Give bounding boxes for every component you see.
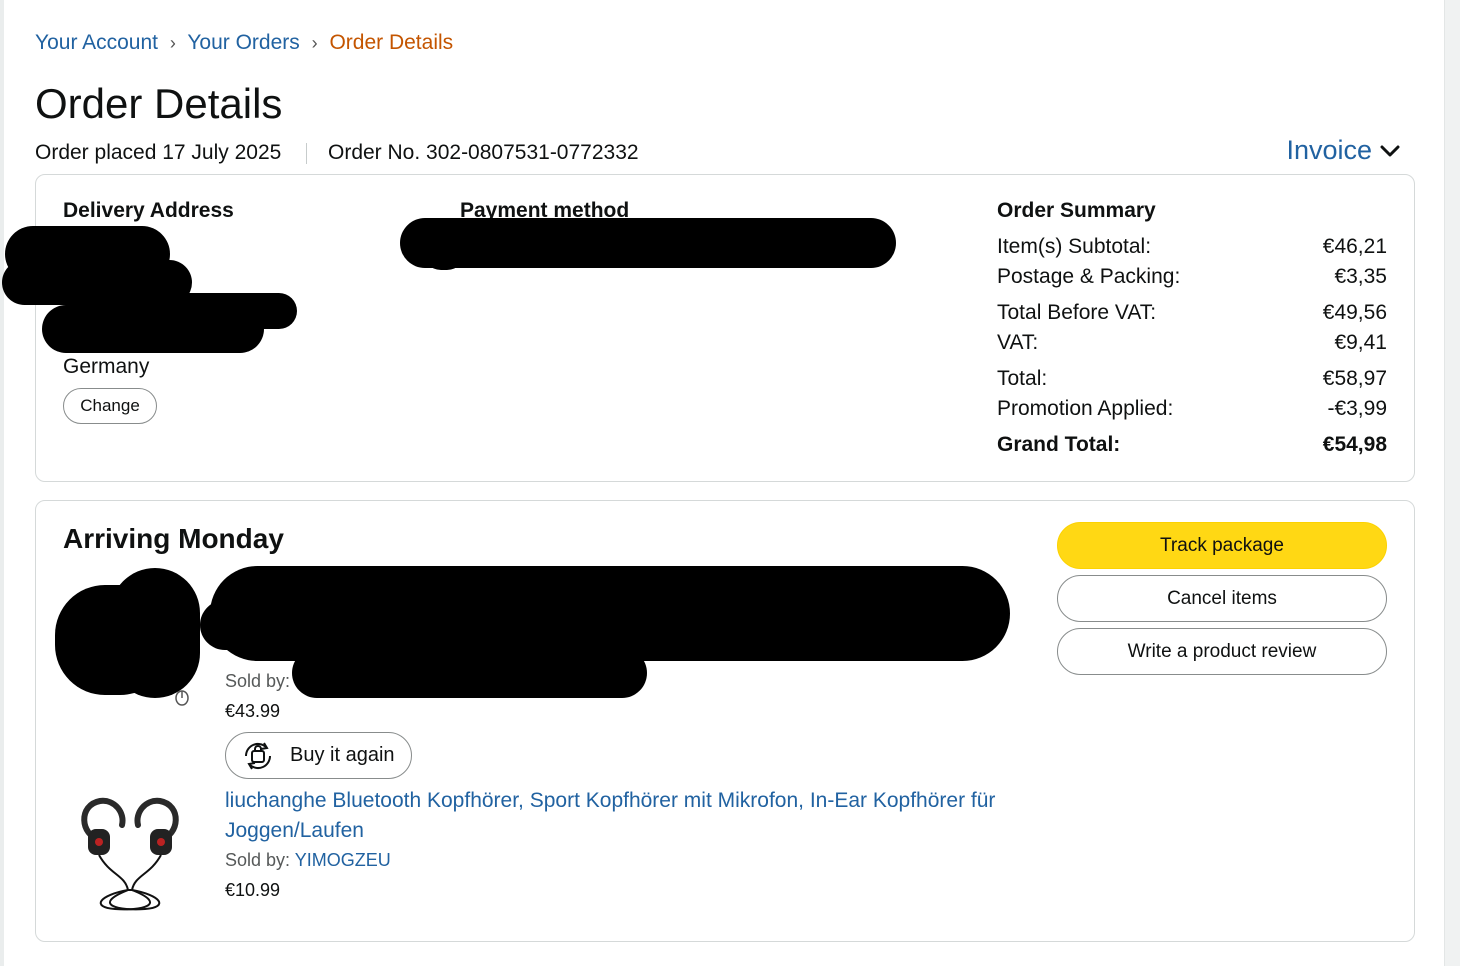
item2-seller-link[interactable]: YIMOGZEU — [295, 850, 391, 870]
breadcrumb-your-account[interactable]: Your Account — [35, 31, 158, 54]
order-number: Order No. 302-0807531-0772332 — [328, 141, 639, 164]
redacted-product-image — [110, 568, 200, 698]
summary-label-total: Total: — [997, 367, 1048, 390]
delivery-country: Germany — [63, 355, 150, 378]
page-left-edge — [0, 0, 4, 966]
item1-sold-by-label: Sold by: — [225, 671, 291, 691]
item2-sold-by-label: Sold by: — [225, 850, 291, 870]
item1-price: €43.99 — [225, 701, 281, 721]
write-review-button[interactable]: Write a product review — [1057, 628, 1387, 675]
breadcrumb: Your Account › Your Orders › Order Detai… — [35, 31, 453, 55]
redacted-payment-method — [400, 218, 896, 268]
redacted-product-title — [200, 600, 360, 650]
summary-value-postage: €3,35 — [1334, 265, 1387, 288]
chevron-down-icon — [1380, 145, 1400, 156]
invoice-label: Invoice — [1286, 135, 1372, 165]
redacted-address-line — [42, 305, 264, 353]
breadcrumb-your-orders[interactable]: Your Orders — [187, 31, 299, 54]
summary-value-total-before-vat: €49,56 — [1322, 301, 1387, 324]
summary-value-promotion: -€3,99 — [1327, 397, 1387, 420]
summary-label-grand-total: Grand Total: — [997, 433, 1121, 456]
summary-label-total-before-vat: Total Before VAT: — [997, 301, 1157, 324]
item2-sold-by: Sold by: YIMOGZEU — [225, 850, 391, 871]
invoice-dropdown[interactable]: Invoice — [1286, 135, 1400, 166]
item2-price: €10.99 — [225, 880, 281, 900]
buy-it-again-label: Buy it again — [290, 744, 395, 766]
delivery-address-heading: Delivery Address — [63, 199, 234, 222]
breadcrumb-separator: › — [169, 33, 176, 53]
summary-value-vat: €9,41 — [1334, 331, 1387, 354]
summary-label-subtotal: Item(s) Subtotal: — [997, 235, 1152, 258]
track-package-button[interactable]: Track package — [1057, 522, 1387, 569]
summary-label-postage: Postage & Packing: — [997, 265, 1181, 288]
product-image-headphones[interactable] — [70, 795, 190, 915]
change-address-button[interactable]: Change — [63, 388, 157, 424]
breadcrumb-current: Order Details — [329, 31, 454, 54]
summary-label-promotion: Promotion Applied: — [997, 397, 1174, 420]
breadcrumb-separator: › — [311, 33, 318, 53]
delivery-status-heading: Arriving Monday — [63, 523, 284, 554]
scrollbar-track[interactable] — [1444, 0, 1460, 966]
product-indicator-icon — [175, 690, 189, 706]
redacted-payment-method — [422, 232, 466, 270]
summary-value-total: €58,97 — [1322, 367, 1387, 390]
summary-label-vat: VAT: — [997, 331, 1039, 354]
redacted-seller-name — [292, 648, 647, 698]
order-summary-heading: Order Summary — [997, 199, 1156, 222]
item2-title-link[interactable]: liuchanghe Bluetooth Kopfhörer, Sport Ko… — [225, 786, 1025, 846]
order-placed-date: Order placed 17 July 2025 — [35, 141, 282, 164]
summary-value-grand-total: €54,98 — [1322, 433, 1387, 456]
cancel-items-button[interactable]: Cancel items — [1057, 575, 1387, 622]
buy-it-again-button[interactable]: Buy it again — [225, 732, 412, 779]
summary-value-subtotal: €46,21 — [1322, 235, 1387, 258]
meta-divider — [306, 143, 307, 164]
page-title: Order Details — [35, 80, 283, 127]
buy-again-cycle-icon — [244, 741, 272, 770]
